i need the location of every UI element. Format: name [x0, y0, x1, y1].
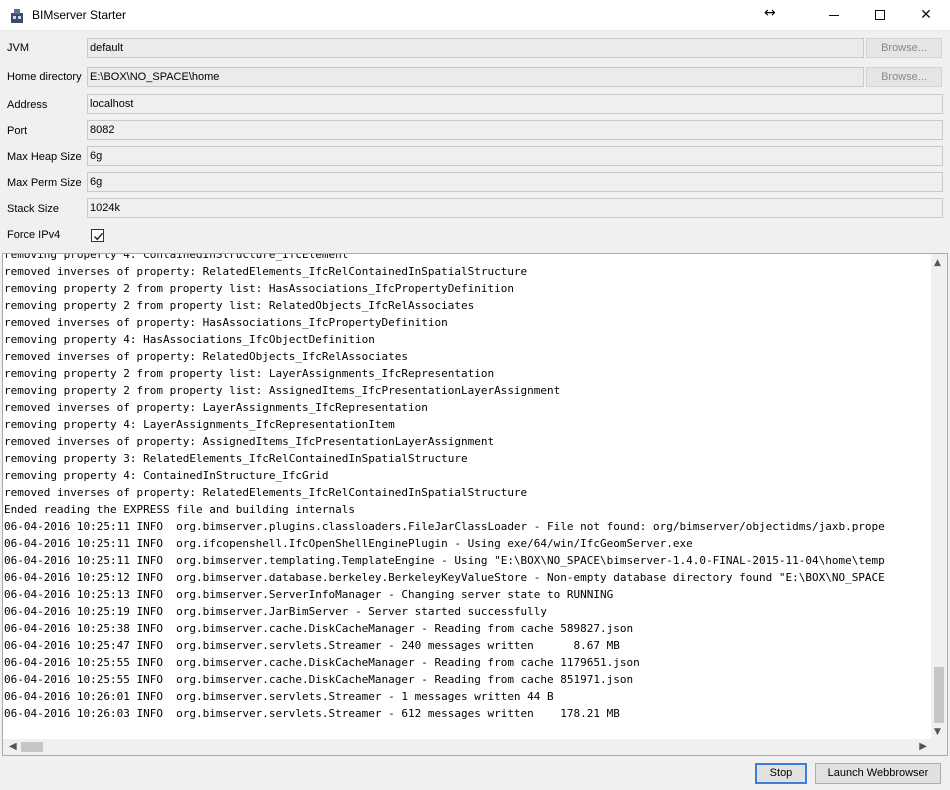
jvm-field[interactable]: default — [87, 38, 864, 58]
address-field[interactable]: localhost — [87, 94, 943, 114]
console-line: removing property 4: LayerAssignments_If… — [4, 418, 395, 431]
scroll-right-icon[interactable]: ▶ — [919, 741, 927, 752]
console-line: removed inverses of property: LayerAssig… — [4, 401, 428, 414]
launch-webbrowser-button[interactable]: Launch Webbrowser — [815, 763, 941, 784]
horizontal-scroll-thumb[interactable] — [21, 742, 43, 752]
console-line: 06-04-2016 10:26:03 INFO org.bimserver.s… — [4, 707, 620, 720]
console-line: removed inverses of property: RelatedEle… — [4, 265, 528, 278]
maximize-icon — [875, 10, 885, 20]
force-ipv4-checkbox[interactable] — [91, 229, 104, 242]
home-directory-label: Home directory — [7, 71, 82, 83]
console-line: removing property 2 from property list: … — [4, 384, 561, 397]
console-line: 06-04-2016 10:25:19 INFO org.bimserver.J… — [4, 605, 548, 618]
console-lines: removing property 4: ContainedInStructur… — [3, 253, 933, 736]
vertical-scrollbar[interactable]: ▲ ▼ — [931, 254, 947, 741]
console-line: 06-04-2016 10:25:47 INFO org.bimserver.s… — [4, 639, 620, 652]
console-line: removed inverses of property: RelatedEle… — [4, 486, 528, 499]
max-heap-field[interactable]: 6g — [87, 146, 943, 166]
close-button[interactable]: ✕ — [903, 0, 949, 30]
resize-icon: ↔ — [764, 5, 776, 21]
vertical-scroll-thumb[interactable] — [934, 667, 944, 723]
stack-size-field[interactable]: 1024k — [87, 198, 943, 218]
max-perm-label: Max Perm Size — [7, 177, 82, 189]
checkmark-icon — [94, 232, 104, 241]
minimize-button[interactable] — [811, 0, 857, 30]
console-line: removing property 4: HasAssociations_Ifc… — [4, 333, 375, 346]
force-ipv4-label: Force IPv4 — [7, 229, 61, 241]
close-icon: ✕ — [920, 7, 932, 23]
max-perm-field[interactable]: 6g — [87, 172, 943, 192]
console-line: removing property 2 from property list: … — [4, 299, 475, 312]
console-line: removing property 4: ContainedInStructur… — [4, 469, 329, 482]
console-line: 06-04-2016 10:25:38 INFO org.bimserver.c… — [4, 622, 634, 635]
port-label: Port — [7, 125, 28, 137]
jvm-label: JVM — [7, 42, 29, 54]
console-line: removed inverses of property: AssignedIt… — [4, 435, 495, 448]
port-field[interactable]: 8082 — [87, 120, 943, 140]
address-label: Address — [7, 99, 48, 111]
window-title: BIMserver Starter — [32, 8, 127, 22]
console-line: removing property 4: ContainedInStructur… — [4, 253, 349, 261]
stack-size-label: Stack Size — [7, 203, 59, 215]
scroll-corner — [931, 739, 947, 755]
home-browse-button[interactable]: Browse... — [866, 67, 942, 87]
console-line: 06-04-2016 10:25:11 INFO org.bimserver.t… — [4, 554, 885, 567]
console-line: 06-04-2016 10:25:12 INFO org.bimserver.d… — [4, 571, 885, 584]
max-heap-label: Max Heap Size — [7, 151, 82, 163]
app-icon — [10, 8, 24, 24]
home-directory-field[interactable]: E:\BOX\NO_SPACE\home — [87, 67, 864, 87]
minimize-icon — [829, 14, 839, 16]
maximize-button[interactable] — [857, 0, 903, 30]
console-line: 06-04-2016 10:25:55 INFO org.bimserver.c… — [4, 656, 640, 669]
title-bar: BIMserver Starter ↔ ✕ — [0, 0, 950, 31]
console-line: 06-04-2016 10:25:13 INFO org.bimserver.S… — [4, 588, 614, 601]
console-output[interactable]: removing property 4: ContainedInStructur… — [2, 253, 948, 756]
jvm-browse-button[interactable]: Browse... — [866, 38, 942, 58]
console-line: removing property 3: RelatedElements_Ifc… — [4, 452, 468, 465]
console-line: removed inverses of property: HasAssocia… — [4, 316, 448, 329]
console-line: 06-04-2016 10:25:11 INFO org.bimserver.p… — [4, 520, 885, 533]
stop-button[interactable]: Stop — [755, 763, 807, 784]
scroll-left-icon[interactable]: ◀ — [9, 741, 17, 752]
console-line: removed inverses of property: RelatedObj… — [4, 350, 408, 363]
console-line: 06-04-2016 10:26:01 INFO org.bimserver.s… — [4, 690, 554, 703]
scroll-up-icon[interactable]: ▲ — [934, 258, 941, 268]
horizontal-scrollbar[interactable]: ◀ ▶ — [3, 739, 933, 755]
console-line: 06-04-2016 10:25:11 INFO org.ifcopenshel… — [4, 537, 693, 550]
console-line: Ended reading the EXPRESS file and build… — [4, 503, 355, 516]
console-line: removing property 2 from property list: … — [4, 282, 514, 295]
console-line: 06-04-2016 10:25:55 INFO org.bimserver.c… — [4, 673, 634, 686]
scroll-down-icon[interactable]: ▼ — [934, 727, 941, 737]
console-line: removing property 2 from property list: … — [4, 367, 495, 380]
